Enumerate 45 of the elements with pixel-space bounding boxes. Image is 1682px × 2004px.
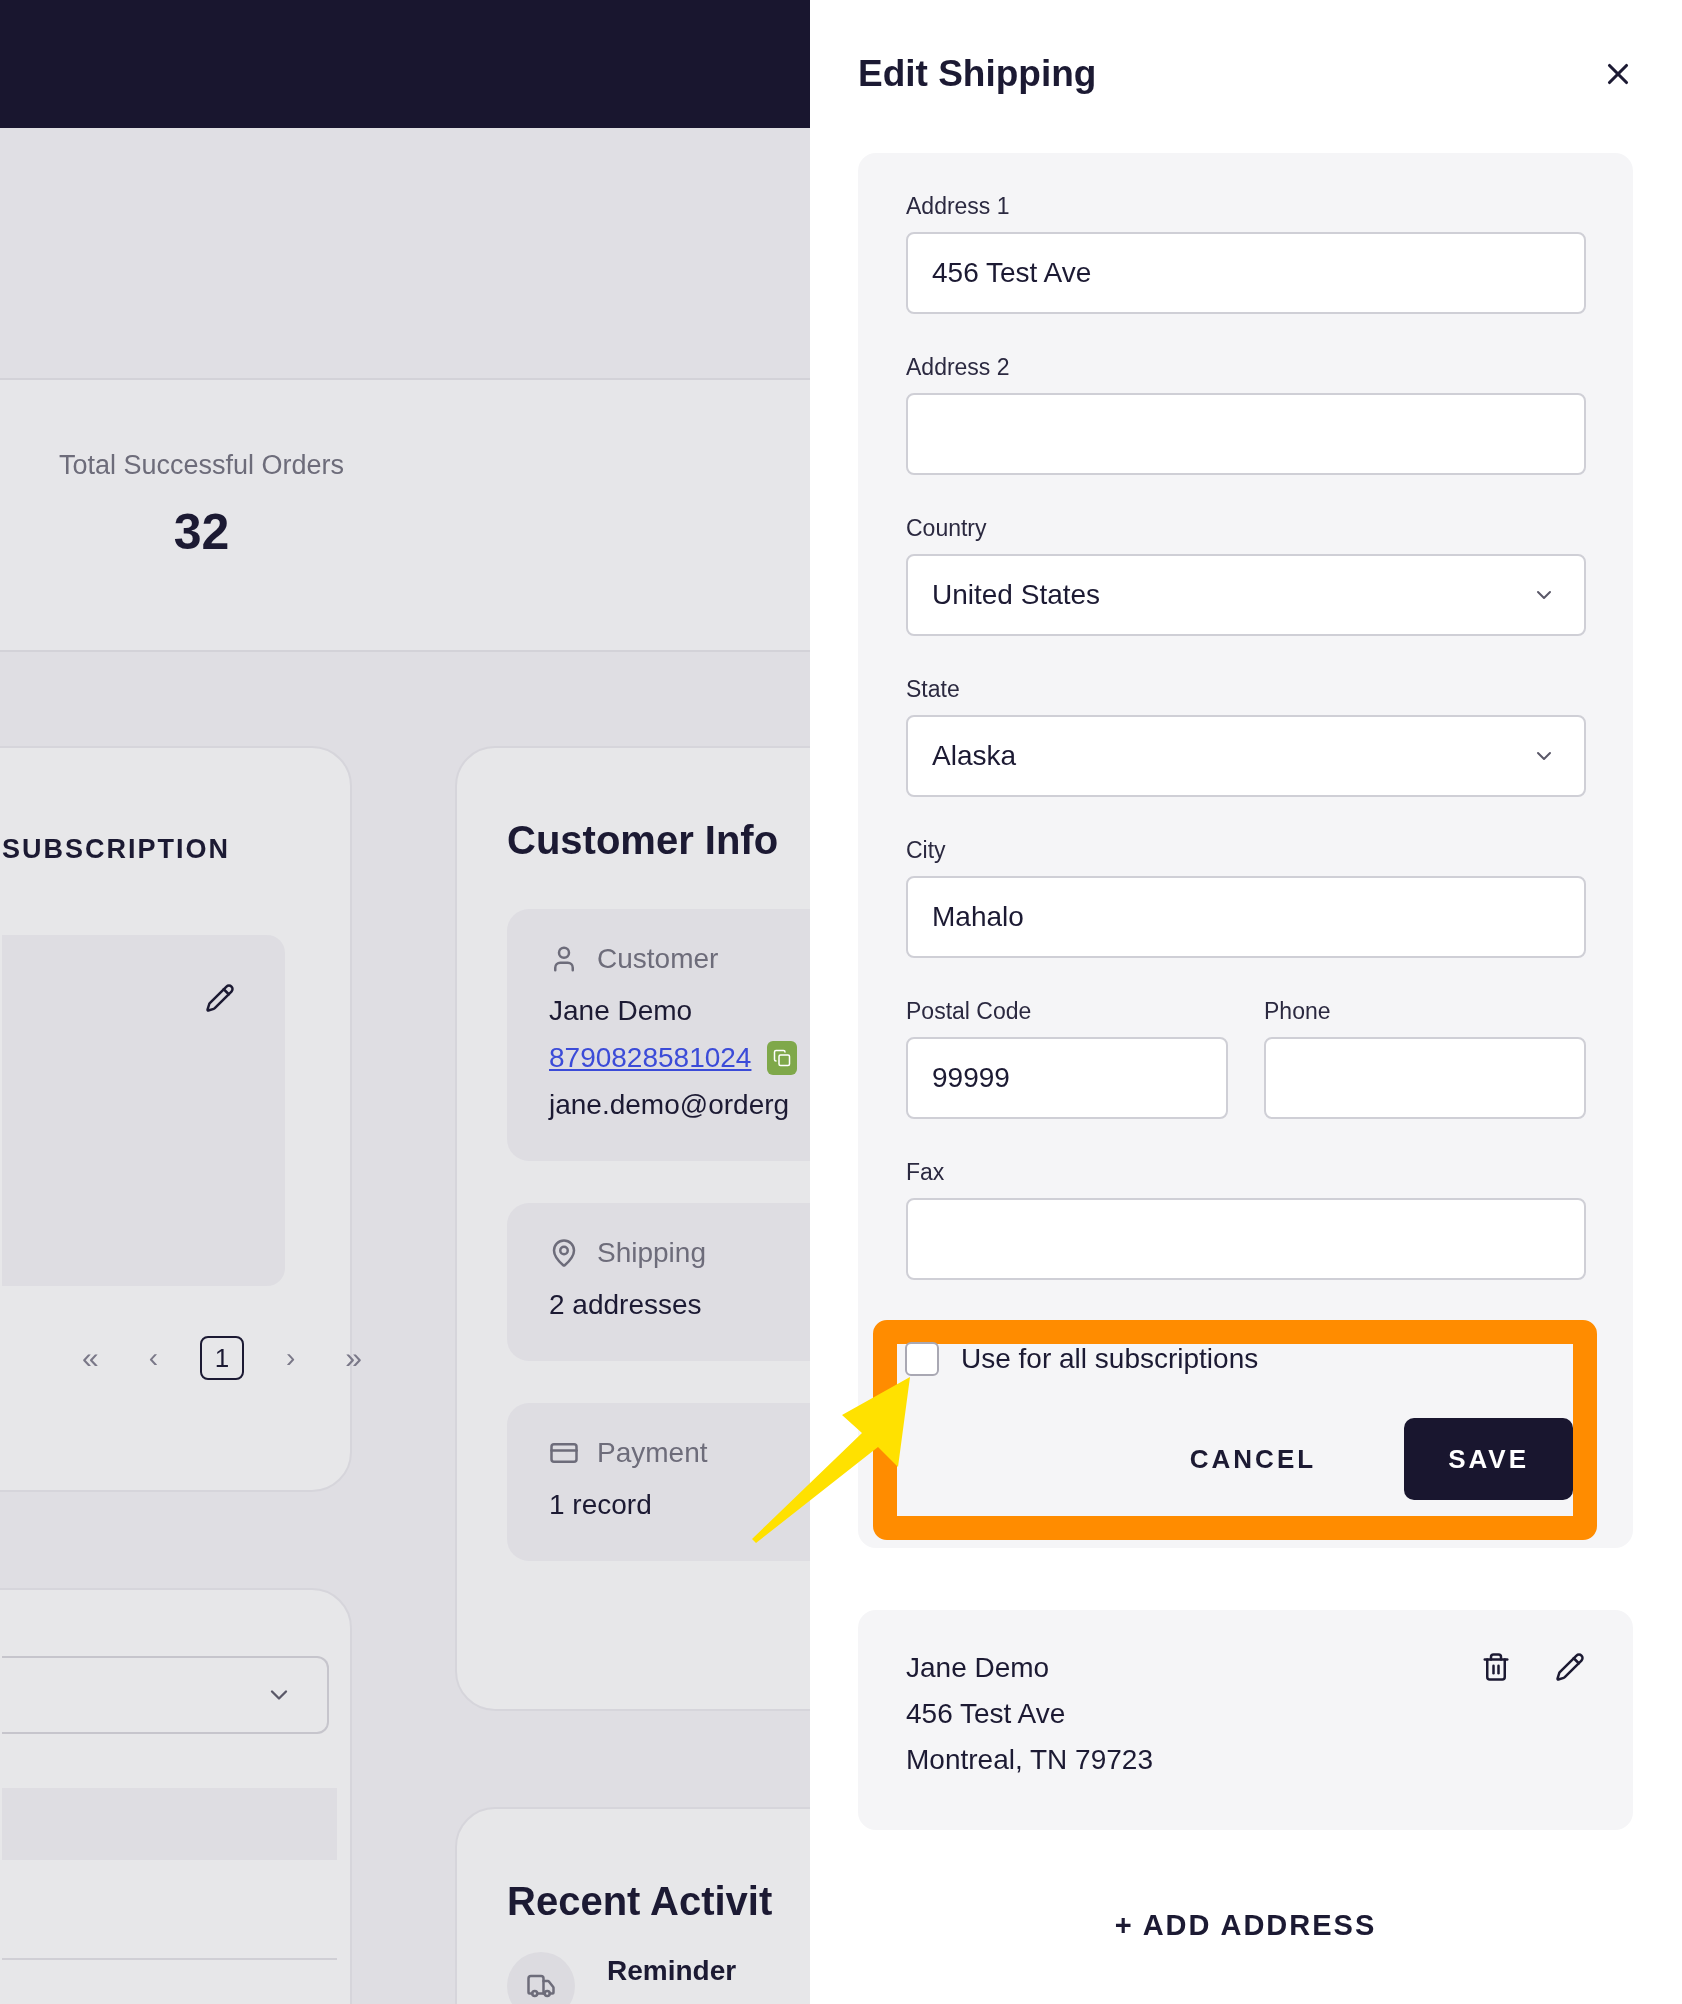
field-label: Address 1 <box>906 193 1011 220</box>
copy-icon[interactable] <box>767 1041 798 1075</box>
address-line: Montreal, TN 79723 <box>906 1744 1153 1776</box>
section-label: Shipping <box>597 1237 706 1269</box>
select-field[interactable]: Alaska <box>906 715 1586 797</box>
input-field[interactable]: 99999 <box>906 1037 1228 1119</box>
page-button[interactable]: 1 <box>200 1336 244 1380</box>
section-label: Payment <box>597 1437 708 1469</box>
field-label: City <box>906 837 947 864</box>
info-text: jane.demo@orderg <box>549 1089 791 1121</box>
input-field[interactable] <box>906 393 1586 475</box>
trash-icon[interactable] <box>1481 1652 1511 1682</box>
checkbox-label: Use for all subscriptions <box>961 1343 1259 1375</box>
field-label: Postal Code <box>906 998 1033 1025</box>
stat-value: 32 <box>173 503 230 561</box>
card-title: SUBSCRIPTION <box>2 834 232 865</box>
save-button[interactable]: SAVE <box>1404 1418 1573 1500</box>
card-title: Recent Activit <box>507 1879 774 1924</box>
stat-label: Total Successful Orders <box>59 450 345 481</box>
input-field[interactable]: 456 Test Ave <box>906 232 1586 314</box>
info-text: 1 record <box>549 1489 653 1521</box>
add-address-button[interactable]: + ADD ADDRESS <box>1108 1908 1383 1943</box>
field-label: Country <box>906 515 988 542</box>
input-field[interactable] <box>1264 1037 1586 1119</box>
phone-link[interactable]: 8790828581024 <box>549 1042 752 1074</box>
address-line: 456 Test Ave <box>906 1698 1067 1730</box>
edit-icon[interactable] <box>1555 1652 1585 1682</box>
activity-title: Reminder <box>607 1955 737 1987</box>
info-text: Jane Demo <box>549 995 694 1027</box>
field-label: Fax <box>906 1159 946 1186</box>
field-label: State <box>906 676 961 703</box>
field-label: Address 2 <box>906 354 1011 381</box>
input-field[interactable]: Mahalo <box>906 876 1586 958</box>
address-line: Jane Demo <box>906 1652 1051 1684</box>
checkbox[interactable] <box>905 1342 939 1376</box>
info-text: 2 addresses <box>549 1289 703 1321</box>
input-field[interactable] <box>906 1198 1586 1280</box>
select-field[interactable]: United States <box>906 554 1586 636</box>
section-label: Customer <box>597 943 719 975</box>
cancel-button[interactable]: CANCEL <box>1145 1418 1361 1500</box>
edit-icon[interactable] <box>205 983 235 1013</box>
drawer-title: Edit Shipping <box>858 52 1097 95</box>
card-title: Customer Info <box>507 818 780 863</box>
field-label: Phone <box>1264 998 1332 1025</box>
select-field[interactable] <box>2 1656 329 1734</box>
